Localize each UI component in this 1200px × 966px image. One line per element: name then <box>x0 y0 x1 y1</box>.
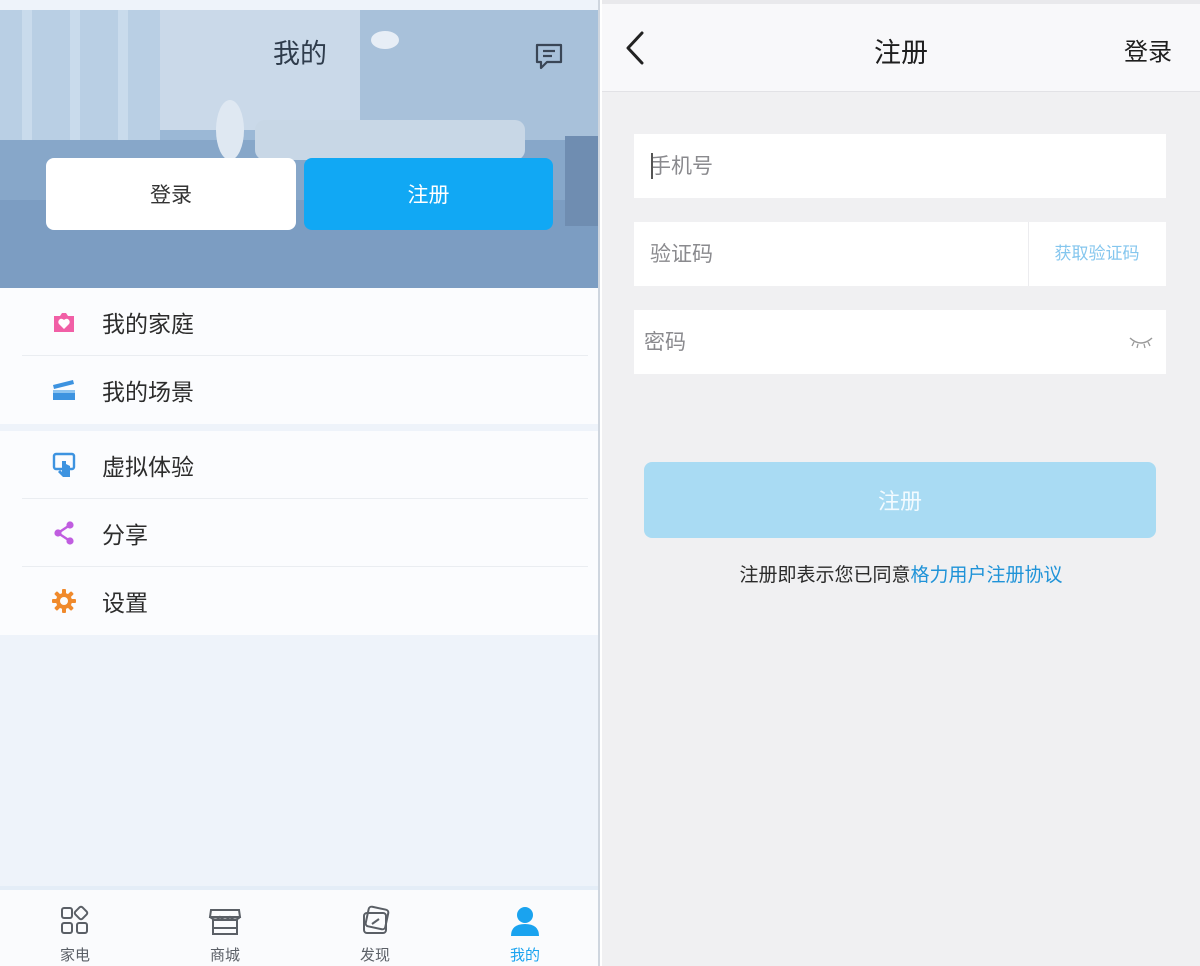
register-submit-button[interactable]: 注册 <box>644 462 1156 538</box>
clapperboard-icon <box>50 376 78 404</box>
menu-item-label: 设置 <box>102 591 148 617</box>
agreement-link[interactable]: 格力用户注册协议 <box>911 564 1063 586</box>
get-code-button[interactable]: 获取验证码 <box>1028 222 1166 286</box>
home-heart-icon <box>50 308 78 336</box>
text-cursor <box>651 153 653 179</box>
menu-group-home: 我的家庭 我的场景 <box>0 288 598 424</box>
phone-field <box>634 134 1166 198</box>
password-input[interactable] <box>634 310 1114 374</box>
store-icon <box>208 909 242 935</box>
menu-item-label: 我的场景 <box>102 380 194 406</box>
tab-mine[interactable]: 我的 <box>450 890 598 966</box>
share-icon <box>50 519 78 547</box>
menu-item-my-family[interactable]: 我的家庭 <box>0 288 598 356</box>
touch-screen-icon <box>50 451 78 479</box>
phone-input[interactable] <box>634 134 1166 198</box>
gear-icon <box>50 587 78 615</box>
page-title: 注册 <box>874 38 928 69</box>
login-link[interactable]: 登录 <box>1124 32 1172 67</box>
tab-discover[interactable]: 发现 <box>300 890 450 966</box>
nav-bar: 注册 登录 <box>602 4 1200 92</box>
register-screen: 注册 登录 获取验证码 注册 注册即表示您已同意格力用户注册协议 <box>602 0 1200 966</box>
menu-group-more: 虚拟体验 分享 设置 <box>0 431 598 635</box>
menu-item-settings[interactable]: 设置 <box>0 567 598 635</box>
menu-item-virtual-experience[interactable]: 虚拟体验 <box>0 431 598 499</box>
agreement-notice: 注册即表示您已同意格力用户注册协议 <box>602 560 1200 587</box>
tab-label: 发现 <box>359 946 390 964</box>
page-title: 我的 <box>273 39 327 70</box>
menu-item-label: 分享 <box>102 523 148 549</box>
menu-item-label: 虚拟体验 <box>102 455 194 481</box>
register-button[interactable]: 注册 <box>304 158 553 230</box>
discover-icon <box>363 905 390 934</box>
agreement-text: 注册即表示您已同意 <box>739 564 911 586</box>
login-button[interactable]: 登录 <box>46 158 296 230</box>
menu-item-my-scenes[interactable]: 我的场景 <box>0 356 598 424</box>
profile-screen: 我的 登录 注册 我的家庭 我的场景 虚拟体验 分享 设置 家电 商城 发现 我… <box>0 0 600 966</box>
tab-label: 商城 <box>209 946 240 964</box>
password-field <box>634 310 1166 374</box>
menu-item-label: 我的家庭 <box>102 312 194 338</box>
menu-item-share[interactable]: 分享 <box>0 499 598 567</box>
message-icon[interactable] <box>533 40 565 72</box>
profile-header-banner: 我的 登录 注册 <box>0 10 598 288</box>
tab-label: 家电 <box>59 946 90 964</box>
tab-label: 我的 <box>509 946 540 964</box>
bottom-tab-bar: 家电 商城 发现 我的 <box>0 886 598 966</box>
user-icon <box>511 907 539 936</box>
appliances-grid-icon <box>61 905 89 934</box>
verification-code-input[interactable] <box>634 222 1024 286</box>
tab-store[interactable]: 商城 <box>150 890 300 966</box>
verification-code-field: 获取验证码 <box>634 222 1166 286</box>
tab-appliances[interactable]: 家电 <box>0 890 150 966</box>
eye-closed-icon[interactable] <box>1128 334 1154 350</box>
